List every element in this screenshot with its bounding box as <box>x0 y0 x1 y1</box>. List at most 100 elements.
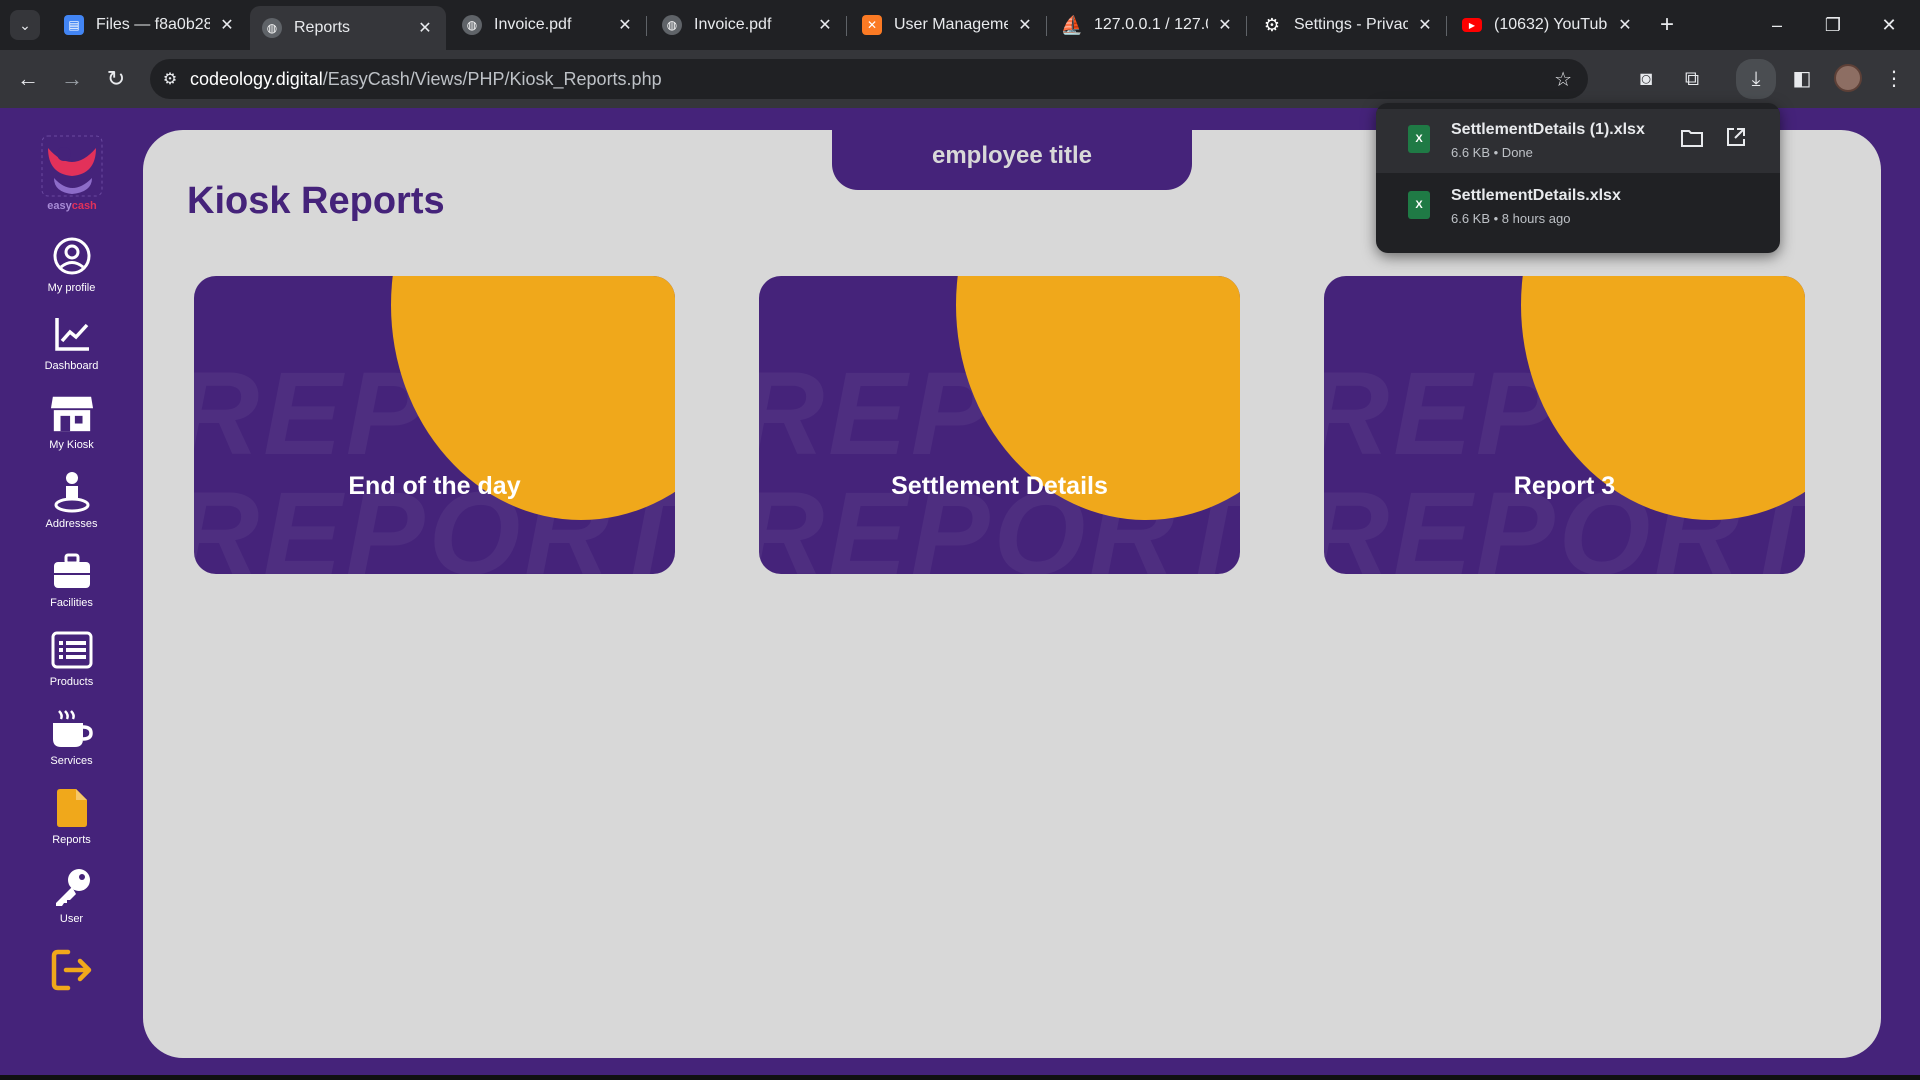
nav-services[interactable]: Services <box>0 707 143 777</box>
tab-reports[interactable]: ◍ Reports ✕ <box>250 6 446 50</box>
excel-file-icon: X <box>1408 191 1430 219</box>
reload-button[interactable]: ↻ <box>100 63 132 95</box>
file-icon <box>50 786 94 830</box>
location-person-icon <box>50 470 94 514</box>
tab-title: 127.0.0.1 / 127.0.0.1 <box>1094 16 1208 33</box>
store-icon <box>50 391 94 435</box>
gear-favicon-icon: ⚙ <box>1263 14 1281 35</box>
tab-invoice-2[interactable]: ◍ Invoice.pdf ✕ <box>650 6 846 44</box>
download-file-name: SettlementDetails (1).xlsx <box>1451 121 1645 138</box>
new-tab-button[interactable]: + <box>1652 10 1682 40</box>
page-title: Kiosk Reports <box>187 180 445 222</box>
close-tab-icon[interactable]: ✕ <box>616 15 634 35</box>
nav-user[interactable]: User <box>0 865 143 935</box>
nav-label: Products <box>49 676 94 688</box>
nav-addresses[interactable]: Addresses <box>0 470 143 540</box>
tab-separator <box>846 16 847 36</box>
folder-icon[interactable] <box>1678 127 1706 155</box>
nav-label: User <box>59 913 84 925</box>
sidebar: easycash My profile Dashboard My Kiosk A… <box>0 108 143 1080</box>
screen-capture-icon[interactable]: ◙ <box>1630 63 1662 95</box>
close-tab-icon[interactable]: ✕ <box>1416 15 1434 35</box>
download-file-name: SettlementDetails.xlsx <box>1451 187 1621 204</box>
logout-icon[interactable] <box>50 948 94 992</box>
tab-files[interactable]: ▤ Files — f8a0b28 ✕ <box>52 6 248 44</box>
tab-separator <box>1446 16 1447 36</box>
tab-separator <box>646 16 647 36</box>
report-card-report-3[interactable]: REPORT REPORT Report 3 <box>1324 276 1805 574</box>
globe-favicon-icon: ◍ <box>662 15 682 35</box>
close-tab-icon[interactable]: ✕ <box>1016 15 1034 35</box>
download-item[interactable]: X SettlementDetails (1).xlsx 6.6 KB • Do… <box>1376 109 1780 173</box>
tab-invoice-1[interactable]: ◍ Invoice.pdf ✕ <box>450 6 646 44</box>
profile-avatar[interactable] <box>1834 64 1862 92</box>
downloads-icon[interactable]: ⤓ <box>1736 59 1776 99</box>
tab-phpmyadmin[interactable]: ⛵ 127.0.0.1 / 127.0.0.1 ✕ <box>1050 6 1246 44</box>
minimize-window-button[interactable]: – <box>1754 10 1800 40</box>
browser-toolbar: ← → ↻ ⚙ codeology.digital/EasyCash/Views… <box>0 50 1920 108</box>
nav-label: Addresses <box>45 518 98 530</box>
nav-label: Services <box>50 755 93 767</box>
logo-wordmark: easycash <box>30 200 114 212</box>
browser-tab-strip: ⌄ ▤ Files — f8a0b28 ✕ ◍ Reports ✕ ◍ Invo… <box>0 0 1920 50</box>
nav-label: Dashboard <box>44 360 99 372</box>
nav-label: My profile <box>47 282 96 294</box>
restore-window-button[interactable]: ❐ <box>1810 10 1856 40</box>
tab-settings[interactable]: ⚙ Settings - Privacy ✕ <box>1250 6 1446 44</box>
site-info-icon[interactable]: ⚙ <box>150 69 190 89</box>
tab-separator <box>1246 16 1247 36</box>
side-panel-icon[interactable]: ◧ <box>1786 63 1818 95</box>
tab-user-management[interactable]: ✕ User Management ✕ <box>850 6 1046 44</box>
tab-title: Invoice.pdf <box>494 16 572 33</box>
key-icon <box>50 865 94 909</box>
card-label: Settlement Details <box>891 472 1108 500</box>
nav-label: Facilities <box>50 597 93 609</box>
tab-search-button[interactable]: ⌄ <box>10 10 40 40</box>
tab-title: Files — f8a0b28 <box>96 16 210 33</box>
globe-favicon-icon: ◍ <box>462 15 482 35</box>
page-scrollbar[interactable] <box>1914 108 1920 968</box>
open-external-icon[interactable] <box>1722 127 1750 155</box>
youtube-favicon-icon: ▶ <box>1462 18 1482 32</box>
tab-title: Invoice.pdf <box>694 16 772 33</box>
downloads-bubble: X SettlementDetails (1).xlsx 6.6 KB • Do… <box>1376 103 1780 253</box>
address-bar[interactable]: ⚙ codeology.digital/EasyCash/Views/PHP/K… <box>150 59 1588 99</box>
report-card-settlement-details[interactable]: REPORT REPORT Settlement Details <box>759 276 1240 574</box>
nav-my-kiosk[interactable]: My Kiosk <box>0 391 143 461</box>
report-card-end-of-day[interactable]: REPORT REPORT End of the day <box>194 276 675 574</box>
download-item[interactable]: X SettlementDetails.xlsx 6.6 KB • 8 hour… <box>1376 175 1780 239</box>
files-favicon-icon: ▤ <box>64 15 84 35</box>
card-label: End of the day <box>348 472 521 500</box>
logo-text-easy: easy <box>47 200 72 212</box>
close-tab-icon[interactable]: ✕ <box>218 15 236 35</box>
browser-menu-icon[interactable]: ⋮ <box>1878 63 1910 95</box>
nav-my-profile[interactable]: My profile <box>0 234 143 304</box>
forward-button[interactable]: → <box>56 63 88 95</box>
close-tab-icon[interactable]: ✕ <box>1216 15 1234 35</box>
nav-label: Reports <box>52 834 91 846</box>
url-host: codeology.digital <box>190 68 323 89</box>
close-tab-icon[interactable]: ✕ <box>816 15 834 35</box>
url-text: codeology.digital/EasyCash/Views/PHP/Kio… <box>190 69 662 90</box>
nav-products[interactable]: Products <box>0 628 143 698</box>
chart-line-icon <box>50 312 94 356</box>
close-tab-icon[interactable]: ✕ <box>416 18 434 38</box>
bookmark-star-icon[interactable]: ☆ <box>1554 67 1572 92</box>
tab-title: Settings - Privacy <box>1294 16 1408 33</box>
back-button[interactable]: ← <box>12 63 44 95</box>
nav-label: My Kiosk <box>49 439 94 451</box>
tab-title: (10632) YouTube <box>1494 16 1608 33</box>
extensions-icon[interactable]: ⧉ <box>1676 63 1708 95</box>
close-window-button[interactable]: ✕ <box>1866 10 1912 40</box>
employee-title: employee title <box>832 128 1192 190</box>
nav-reports[interactable]: Reports <box>0 786 143 856</box>
coffee-icon <box>50 707 94 751</box>
nav-facilities[interactable]: Facilities <box>0 549 143 619</box>
easycash-logo <box>41 135 103 197</box>
globe-favicon-icon: ◍ <box>262 18 282 38</box>
logo-text-cash: cash <box>71 200 97 212</box>
tab-title: User Management <box>894 16 1008 33</box>
nav-dashboard[interactable]: Dashboard <box>0 312 143 382</box>
close-tab-icon[interactable]: ✕ <box>1616 15 1634 35</box>
tab-youtube[interactable]: ▶ (10632) YouTube ✕ <box>1450 6 1646 44</box>
